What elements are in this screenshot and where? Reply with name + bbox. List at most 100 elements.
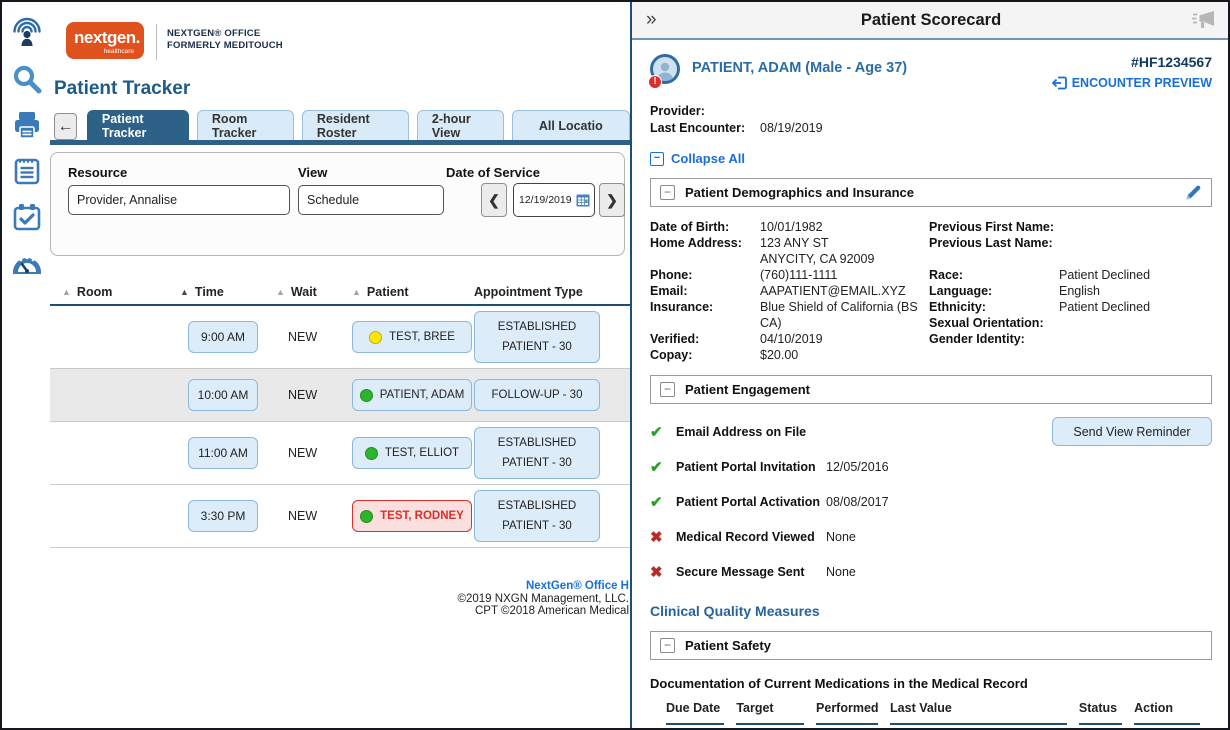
appointment-row: 9:00 AM NEW TEST, BREE ESTABLISHED PATIE… xyxy=(50,306,630,369)
engagement-item: ✖ Secure Message Sent None xyxy=(650,554,1212,589)
tab-all-locations[interactable]: All Locatio xyxy=(512,110,630,140)
send-view-reminder-button[interactable]: Send View Reminder xyxy=(1052,417,1212,446)
sort-arrow-icon: ▲ xyxy=(180,287,189,297)
status-dot-green-icon xyxy=(360,389,373,402)
back-arrow-icon: ← xyxy=(57,118,73,136)
tab-2-hour-view[interactable]: 2-hour View xyxy=(417,110,504,140)
engagement-section-title: Patient Engagement xyxy=(685,382,1202,397)
appointment-row: 3:30 PM NEW TEST, RODNEY ESTABLISHED PAT… xyxy=(50,485,630,548)
collapse-section-icon[interactable]: − xyxy=(660,382,675,397)
time-button[interactable]: 10:00 AM xyxy=(188,379,258,411)
gauge-icon[interactable] xyxy=(10,246,44,280)
nextgen-logo-box: nextgen. healthcare xyxy=(66,22,144,59)
section-engagement: − Patient Engagement xyxy=(650,375,1212,404)
broadcast-person-icon[interactable] xyxy=(10,16,44,50)
scorecard-body: ! PATIENT, ADAM (Male - Age 37) #HF12345… xyxy=(632,40,1230,728)
tab-patient-tracker[interactable]: Patient Tracker xyxy=(87,110,189,140)
column-header-appointment-type: Appointment Type xyxy=(474,285,610,299)
engagement-item: ✔ Patient Portal Invitation 12/05/2016 xyxy=(650,449,1212,484)
search-icon[interactable] xyxy=(10,62,44,96)
resource-input[interactable] xyxy=(68,185,290,215)
patient-button[interactable]: TEST, BREE xyxy=(352,321,472,353)
section-demographics: − Patient Demographics and Insurance xyxy=(650,178,1212,207)
appointment-type-button[interactable]: FOLLOW-UP - 30 xyxy=(474,379,600,411)
status-dot-yellow-icon xyxy=(369,331,382,344)
page-title: Patient Tracker xyxy=(54,78,190,100)
appointment-type-button[interactable]: ESTABLISHED PATIENT - 30 xyxy=(474,311,600,363)
patient-button[interactable]: PATIENT, ADAM xyxy=(352,379,472,411)
chevron-left-icon: ❮ xyxy=(488,192,500,209)
footer-copyright: ©2019 NXGN Management, LLC. xyxy=(2,593,629,606)
collapse-section-icon[interactable]: − xyxy=(660,638,675,653)
tracker-tabs: ← Patient Tracker Room Tracker Resident … xyxy=(54,110,630,140)
logo-subtext: healthcare xyxy=(74,48,136,57)
column-header-time[interactable]: ▲ Time xyxy=(180,285,266,299)
brand-divider xyxy=(156,24,157,60)
scorecard-title: Patient Scorecard xyxy=(676,11,1186,30)
check-icon: ✔ xyxy=(650,458,676,476)
patient-name: PATIENT, ADAM (Male - Age 37) xyxy=(692,54,907,76)
wait-status: NEW xyxy=(276,509,317,523)
sort-arrow-icon: ▲ xyxy=(62,287,71,297)
patient-avatar: ! xyxy=(650,54,682,86)
section-patient-safety: − Patient Safety xyxy=(650,631,1212,660)
sort-arrow-icon: ▲ xyxy=(352,287,361,297)
collapse-section-icon[interactable]: − xyxy=(660,185,675,200)
tab-room-tracker[interactable]: Room Tracker xyxy=(197,110,294,140)
patient-button-alert[interactable]: TEST, RODNEY xyxy=(352,500,472,532)
last-encounter-label: Last Encounter: xyxy=(650,120,760,137)
calendar-icon[interactable] xyxy=(576,193,590,207)
nextgen-logo: nextgen. healthcare NEXTGEN® OFFICE FORM… xyxy=(66,22,283,60)
check-icon: ✔ xyxy=(650,423,676,441)
notes-icon[interactable] xyxy=(10,154,44,188)
provider-info: Provider: Last Encounter: 08/19/2019 xyxy=(650,103,1212,137)
active-tab-underline xyxy=(50,140,630,145)
edit-pencil-icon[interactable] xyxy=(1185,184,1202,201)
status-dot-green-icon xyxy=(365,447,378,460)
engagement-item: ✖ Medical Record Viewed None xyxy=(650,519,1212,554)
chevron-right-icon: ❯ xyxy=(606,192,618,209)
sort-arrow-icon: ▲ xyxy=(276,287,285,297)
calendar-check-icon[interactable] xyxy=(10,200,44,234)
date-of-service-label: Date of Service xyxy=(446,165,540,180)
collapse-all-link[interactable]: − Collapse All xyxy=(650,151,745,166)
previous-day-button[interactable]: ❮ xyxy=(481,183,507,217)
print-icon[interactable] xyxy=(10,108,44,142)
minus-icon: − xyxy=(650,152,664,166)
provider-label: Provider: xyxy=(650,103,760,120)
appointment-type-button[interactable]: ESTABLISHED PATIENT - 30 xyxy=(474,490,600,542)
engagement-item: ✔ Patient Portal Activation 08/08/2017 xyxy=(650,484,1212,519)
appointment-type-button[interactable]: ESTABLISHED PATIENT - 30 xyxy=(474,427,600,479)
last-encounter-value: 08/19/2019 xyxy=(760,120,823,137)
column-header-wait[interactable]: ▲ Wait xyxy=(266,285,352,299)
footer-help-link[interactable]: NextGen® Office H xyxy=(2,580,629,593)
back-button[interactable]: ← xyxy=(54,113,77,140)
patient-summary: ! PATIENT, ADAM (Male - Age 37) #HF12345… xyxy=(650,54,1212,95)
next-day-button[interactable]: ❯ xyxy=(599,183,625,217)
patient-button[interactable]: TEST, ELLIOT xyxy=(352,437,472,469)
column-header-performed: Performed xyxy=(816,701,878,725)
left-icon-rail xyxy=(8,16,46,280)
view-input[interactable] xyxy=(298,185,444,215)
date-of-service-input[interactable]: 12/19/2019 xyxy=(513,183,595,217)
view-label: View xyxy=(298,165,327,180)
date-value: 12/19/2019 xyxy=(519,194,573,206)
clinical-quality-measures-title: Clinical Quality Measures xyxy=(650,603,1212,619)
alert-badge-icon: ! xyxy=(648,75,662,89)
tab-resident-roster[interactable]: Resident Roster xyxy=(302,110,409,140)
collapse-panel-icon[interactable]: » xyxy=(646,9,676,31)
column-header-last-value: Last Value xyxy=(890,701,1067,725)
measure-table: Due Date Target Performed Last Value Sta… xyxy=(666,701,1212,728)
encounter-preview-link[interactable]: ENCOUNTER PREVIEW xyxy=(1052,76,1212,90)
time-button[interactable]: 9:00 AM xyxy=(188,321,258,353)
x-icon: ✖ xyxy=(650,528,676,546)
time-button[interactable]: 11:00 AM xyxy=(188,437,258,469)
appointment-row: 11:00 AM NEW TEST, ELLIOT ESTABLISHED PA… xyxy=(50,422,630,485)
column-header-patient[interactable]: ▲ Patient xyxy=(352,285,474,299)
medication-documentation-title: Documentation of Current Medications in … xyxy=(650,676,1212,691)
column-header-room[interactable]: ▲ Room xyxy=(50,285,180,299)
engagement-item: ✔ Email Address on File Send View Remind… xyxy=(650,414,1212,449)
demographics-section-title: Patient Demographics and Insurance xyxy=(685,185,1175,200)
appointment-row-selected: 10:00 AM NEW PATIENT, ADAM FOLLOW-UP - 3… xyxy=(50,369,630,422)
time-button[interactable]: 3:30 PM xyxy=(188,500,258,532)
